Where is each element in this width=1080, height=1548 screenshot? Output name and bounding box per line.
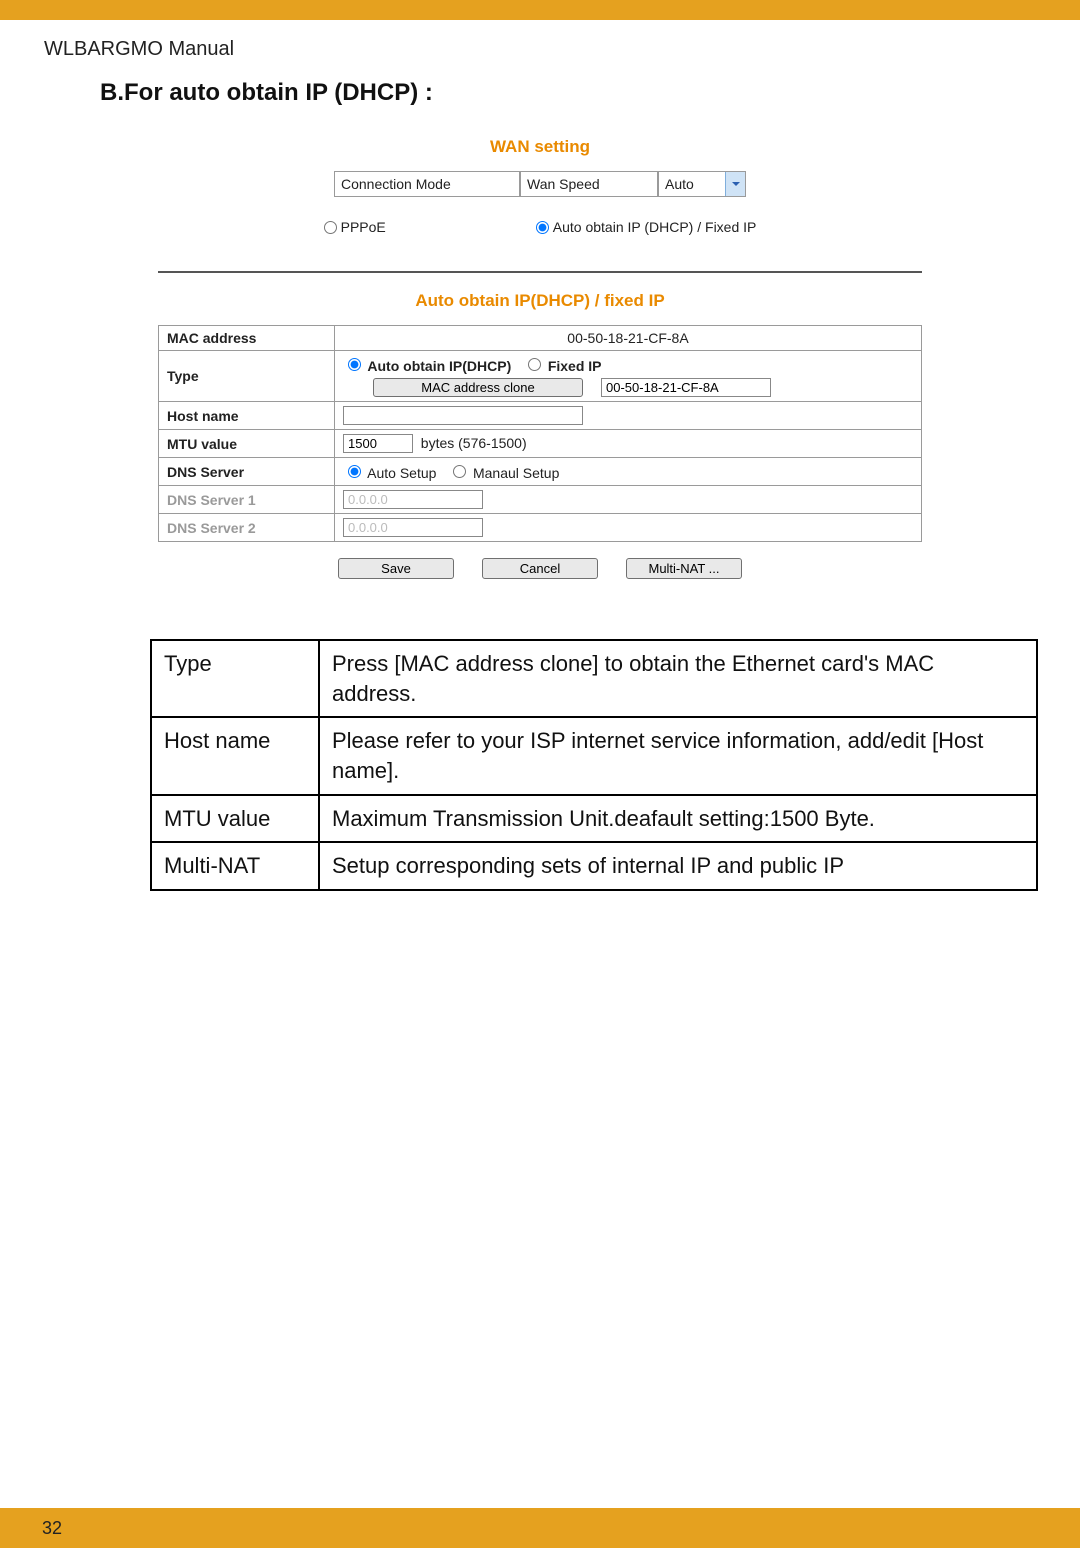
wan-setting-title: WAN setting xyxy=(158,137,922,157)
cancel-button[interactable]: Cancel xyxy=(482,558,598,579)
auto-ip-radio-label: Auto obtain IP (DHCP) / Fixed IP xyxy=(553,219,757,235)
desc-value: Please refer to your ISP internet servic… xyxy=(319,717,1037,794)
panel-divider xyxy=(158,271,922,273)
save-button[interactable]: Save xyxy=(338,558,454,579)
dns2-cell xyxy=(335,514,922,542)
type-auto-radio-label: Auto obtain IP(DHCP) xyxy=(367,358,511,374)
dns2-input[interactable] xyxy=(343,518,483,537)
connection-mode-row: Connection Mode Wan Speed Auto xyxy=(158,171,922,197)
mac-clone-input[interactable] xyxy=(601,378,771,397)
dns-auto-radio-label: Auto Setup xyxy=(367,465,436,481)
chevron-down-icon xyxy=(725,172,745,196)
mac-address-value: 00-50-18-21-CF-8A xyxy=(335,326,922,351)
mtu-cell: bytes (576-1500) xyxy=(335,430,922,458)
dns-key: DNS Server xyxy=(159,458,335,486)
table-row: Type Press [MAC address clone] to obtain… xyxy=(151,640,1037,717)
dns-auto-radio[interactable]: Auto Setup xyxy=(343,465,440,481)
footer-bar: 32 xyxy=(0,1508,1080,1548)
section-heading: B.For auto obtain IP (DHCP) : xyxy=(100,79,1038,107)
pppoe-radio-label: PPPoE xyxy=(341,219,386,235)
table-row: Type Auto obtain IP(DHCP) Fixed IP xyxy=(159,351,922,402)
hostname-input[interactable] xyxy=(343,406,583,425)
type-auto-radio-input[interactable] xyxy=(348,358,361,371)
hostname-key: Host name xyxy=(159,402,335,430)
table-row: MTU value bytes (576-1500) xyxy=(159,430,922,458)
table-row: DNS Server Auto Setup Manaul Setup xyxy=(159,458,922,486)
dns-auto-radio-input[interactable] xyxy=(348,465,361,478)
table-row: DNS Server 1 xyxy=(159,486,922,514)
mac-address-key: MAC address xyxy=(159,326,335,351)
auto-ip-radio-input[interactable] xyxy=(536,221,549,234)
type-key: Type xyxy=(159,351,335,402)
auto-obtain-title: Auto obtain IP(DHCP) / fixed IP xyxy=(158,291,922,311)
wan-speed-value: Auto xyxy=(665,176,694,192)
mtu-input[interactable] xyxy=(343,434,413,453)
desc-value: Maximum Transmission Unit.deafault setti… xyxy=(319,795,1037,843)
dns-manual-radio[interactable]: Manaul Setup xyxy=(448,465,559,481)
desc-key: Host name xyxy=(151,717,319,794)
desc-key: Type xyxy=(151,640,319,717)
multi-nat-button[interactable]: Multi-NAT ... xyxy=(626,558,742,579)
type-fixed-radio-label: Fixed IP xyxy=(548,358,602,374)
desc-key: Multi-NAT xyxy=(151,842,319,890)
wan-speed-label: Wan Speed xyxy=(520,171,658,197)
description-table: Type Press [MAC address clone] to obtain… xyxy=(150,639,1038,891)
table-row: Host name xyxy=(159,402,922,430)
table-row: MTU value Maximum Transmission Unit.deaf… xyxy=(151,795,1037,843)
type-auto-radio[interactable]: Auto obtain IP(DHCP) xyxy=(343,358,515,374)
type-fixed-radio[interactable]: Fixed IP xyxy=(523,358,602,374)
manual-title: WLBARGMO Manual xyxy=(44,38,1038,61)
dns-manual-radio-label: Manaul Setup xyxy=(473,465,559,481)
table-row: MAC address 00-50-18-21-CF-8A xyxy=(159,326,922,351)
type-fixed-radio-input[interactable] xyxy=(528,358,541,371)
wan-settings-panel: WAN setting Connection Mode Wan Speed Au… xyxy=(158,137,922,579)
page-number: 32 xyxy=(42,1518,62,1539)
hostname-cell xyxy=(335,402,922,430)
type-cell: Auto obtain IP(DHCP) Fixed IP MAC addres… xyxy=(335,351,922,402)
dns1-cell xyxy=(335,486,922,514)
connection-mode-label: Connection Mode xyxy=(334,171,520,197)
page-content: WLBARGMO Manual B.For auto obtain IP (DH… xyxy=(0,20,1080,891)
dns1-input[interactable] xyxy=(343,490,483,509)
dns-manual-radio-input[interactable] xyxy=(453,465,466,478)
pppoe-radio[interactable]: PPPoE xyxy=(324,219,386,235)
dns1-key: DNS Server 1 xyxy=(159,486,335,514)
wan-speed-select[interactable]: Auto xyxy=(658,171,746,197)
mac-clone-button[interactable]: MAC address clone xyxy=(373,378,583,397)
desc-value: Setup corresponding sets of internal IP … xyxy=(319,842,1037,890)
connection-type-radios: PPPoE Auto obtain IP (DHCP) / Fixed IP xyxy=(158,219,922,235)
table-row: DNS Server 2 xyxy=(159,514,922,542)
settings-table: MAC address 00-50-18-21-CF-8A Type Auto … xyxy=(158,325,922,542)
dns2-key: DNS Server 2 xyxy=(159,514,335,542)
top-accent-bar xyxy=(0,0,1080,20)
desc-value: Press [MAC address clone] to obtain the … xyxy=(319,640,1037,717)
mtu-key: MTU value xyxy=(159,430,335,458)
mtu-suffix: bytes (576-1500) xyxy=(421,435,527,451)
action-button-row: Save Cancel Multi-NAT ... xyxy=(158,558,922,579)
table-row: Host name Please refer to your ISP inter… xyxy=(151,717,1037,794)
table-row: Multi-NAT Setup corresponding sets of in… xyxy=(151,842,1037,890)
desc-key: MTU value xyxy=(151,795,319,843)
auto-ip-radio[interactable]: Auto obtain IP (DHCP) / Fixed IP xyxy=(536,219,757,235)
dns-cell: Auto Setup Manaul Setup xyxy=(335,458,922,486)
pppoe-radio-input[interactable] xyxy=(324,221,337,234)
